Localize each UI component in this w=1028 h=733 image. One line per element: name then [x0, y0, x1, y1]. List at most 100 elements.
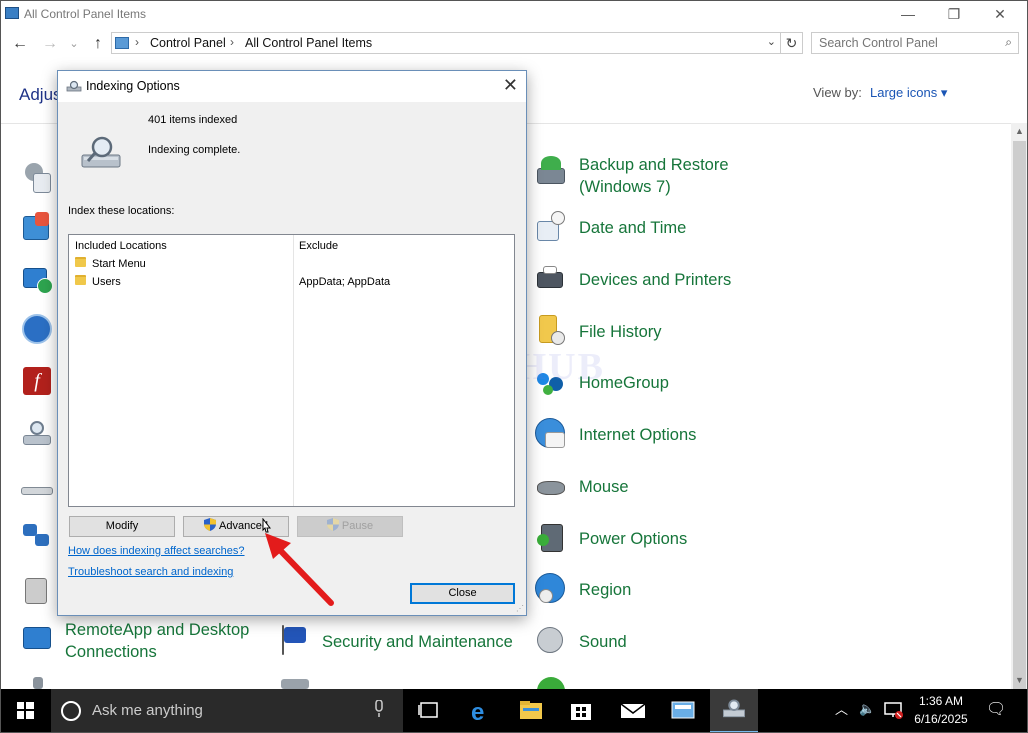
up-button[interactable]: ↑	[87, 34, 109, 54]
item-date-time[interactable]: Date and Time	[579, 217, 686, 239]
view-by-dropdown[interactable]: Large icons ▾	[870, 85, 947, 101]
indexing-large-icon	[81, 136, 121, 168]
item-security-maintenance[interactable]: Security and Maintenance	[322, 631, 513, 653]
internet-options-icon[interactable]	[535, 418, 567, 450]
date-time-icon[interactable]	[535, 211, 567, 243]
how-indexing-link[interactable]: How does indexing affect searches?	[68, 545, 245, 557]
location-name: Start Menu	[92, 258, 146, 270]
dialog-close-button[interactable]: ✕	[503, 75, 518, 96]
start-windows-icon[interactable]	[1, 689, 49, 733]
cortana-search-box[interactable]: Ask me anything	[51, 689, 403, 732]
uac-shield-icon	[204, 518, 217, 531]
keyboard-icon[interactable]	[21, 479, 53, 511]
troubleshoot-link[interactable]: Troubleshoot search and indexing	[68, 566, 233, 578]
resize-grip-icon[interactable]: ⋰	[516, 604, 524, 613]
backup-restore-icon[interactable]	[535, 156, 567, 188]
dialog-titlebar: Indexing Options ✕	[58, 71, 526, 102]
breadcrumb-separator[interactable]: ›	[230, 35, 234, 49]
forward-button[interactable]: →	[39, 34, 61, 54]
address-dropdown-icon[interactable]: ⌄	[767, 35, 776, 48]
indexing-options-taskbar-button[interactable]	[710, 689, 758, 732]
power-options-icon[interactable]	[535, 522, 567, 554]
close-button[interactable]: ✕	[977, 1, 1023, 29]
show-hidden-icons-button[interactable]: ︿	[835, 699, 848, 718]
indexing-options-icon	[66, 80, 82, 92]
remoteapp-icon[interactable]	[21, 625, 53, 657]
pause-button-label: Pause	[341, 520, 374, 532]
column-header-exclude[interactable]: Exclude	[299, 240, 338, 252]
breadcrumb-all-items[interactable]: All Control Panel Items	[245, 36, 372, 50]
recent-locations-dropdown[interactable]: ⌄	[63, 34, 85, 54]
search-icon[interactable]: ⌕	[1005, 35, 1012, 50]
item-backup-restore-line1: Backup and Restore	[579, 156, 729, 174]
address-bar[interactable]: › Control Panel › All Control Panel Item…	[111, 32, 781, 54]
indexing-options-icon[interactable]	[21, 417, 53, 449]
edge-browser-icon[interactable]: e	[457, 689, 505, 733]
color-management-icon[interactable]	[21, 264, 53, 296]
microphone-icon[interactable]	[374, 700, 384, 718]
window-title: All Control Panel Items	[24, 7, 147, 21]
item-sound[interactable]: Sound	[579, 631, 627, 653]
control-panel-taskbar-icon[interactable]	[659, 689, 707, 733]
modify-button[interactable]: Modify	[69, 516, 175, 537]
dialog-title: Indexing Options	[86, 79, 180, 93]
view-by-label: View by:	[813, 85, 862, 100]
restore-button[interactable]: ❐	[931, 1, 977, 29]
storage-spaces-icon[interactable]	[281, 677, 313, 689]
screen: All Control Panel Items — ❐ ✕ ← → ⌄ ↑ › …	[0, 0, 1028, 733]
location-exclude: AppData; AppData	[299, 276, 391, 288]
mouse-icon[interactable]	[535, 471, 567, 503]
item-remoteapp-line2: Connections	[65, 643, 157, 661]
file-explorer-icon[interactable]	[507, 689, 555, 733]
item-internet-options[interactable]: Internet Options	[579, 424, 696, 446]
locations-list[interactable]: Included Locations Exclude Start Menu Us…	[68, 234, 515, 507]
security-maintenance-icon[interactable]	[278, 625, 310, 657]
refresh-button[interactable]: ↻	[781, 32, 803, 54]
file-history-icon[interactable]	[535, 315, 567, 347]
search-box[interactable]: ⌕	[811, 32, 1019, 54]
item-devices-printers[interactable]: Devices and Printers	[579, 269, 731, 291]
task-view-icon[interactable]	[405, 689, 453, 733]
back-button[interactable]: ←	[9, 34, 31, 54]
item-region[interactable]: Region	[579, 579, 631, 601]
volume-icon[interactable]: 🔈	[859, 701, 875, 717]
region-icon[interactable]	[535, 573, 567, 605]
autoplay-icon[interactable]	[21, 212, 53, 244]
item-mouse[interactable]: Mouse	[579, 476, 629, 498]
item-remoteapp-line1: RemoteApp and Desktop	[65, 621, 250, 639]
svg-text:e: e	[471, 699, 484, 726]
store-icon[interactable]	[557, 689, 605, 733]
ease-of-access-icon[interactable]	[21, 313, 53, 345]
scrollbar-thumb[interactable]	[1013, 141, 1026, 697]
control-panel-icon	[5, 7, 19, 19]
item-power-options[interactable]: Power Options	[579, 528, 687, 550]
clock-time[interactable]: 1:36 AM	[913, 694, 969, 708]
action-center-icon[interactable]: 🗨	[986, 699, 1006, 719]
breadcrumb-separator[interactable]: ›	[135, 35, 139, 49]
speech-recognition-icon[interactable]	[31, 677, 63, 689]
location-name: Users	[92, 276, 121, 288]
page-heading: Adjus	[19, 85, 62, 104]
flash-player-icon[interactable]: f	[21, 365, 53, 397]
dialog-close-action-button[interactable]: Close	[410, 583, 515, 604]
devices-printers-icon[interactable]	[535, 264, 567, 296]
clock-date[interactable]: 6/16/2025	[906, 712, 976, 726]
scroll-down-icon[interactable]: ▼	[1011, 672, 1027, 689]
item-file-history[interactable]: File History	[579, 321, 662, 343]
sync-center-icon[interactable]	[537, 677, 569, 705]
item-backup-restore[interactable]: Backup and Restore (Windows 7)	[579, 154, 729, 198]
sound-icon[interactable]	[535, 625, 567, 657]
network-disconnected-icon[interactable]	[884, 702, 904, 720]
scroll-up-icon[interactable]: ▲	[1011, 123, 1027, 140]
programs-features-icon[interactable]	[21, 574, 53, 606]
administrative-tools-icon[interactable]	[21, 161, 53, 193]
mail-icon[interactable]	[609, 689, 657, 733]
vertical-scrollbar[interactable]: ▲ ▼	[1011, 123, 1027, 697]
item-remoteapp[interactable]: RemoteApp and Desktop Connections	[65, 619, 249, 663]
minimize-button[interactable]: —	[885, 1, 931, 29]
network-sharing-icon[interactable]	[21, 522, 53, 554]
search-input[interactable]	[812, 33, 992, 53]
column-header-included[interactable]: Included Locations	[75, 240, 167, 252]
cortana-icon	[61, 701, 81, 721]
breadcrumb-control-panel[interactable]: Control Panel	[150, 36, 226, 50]
